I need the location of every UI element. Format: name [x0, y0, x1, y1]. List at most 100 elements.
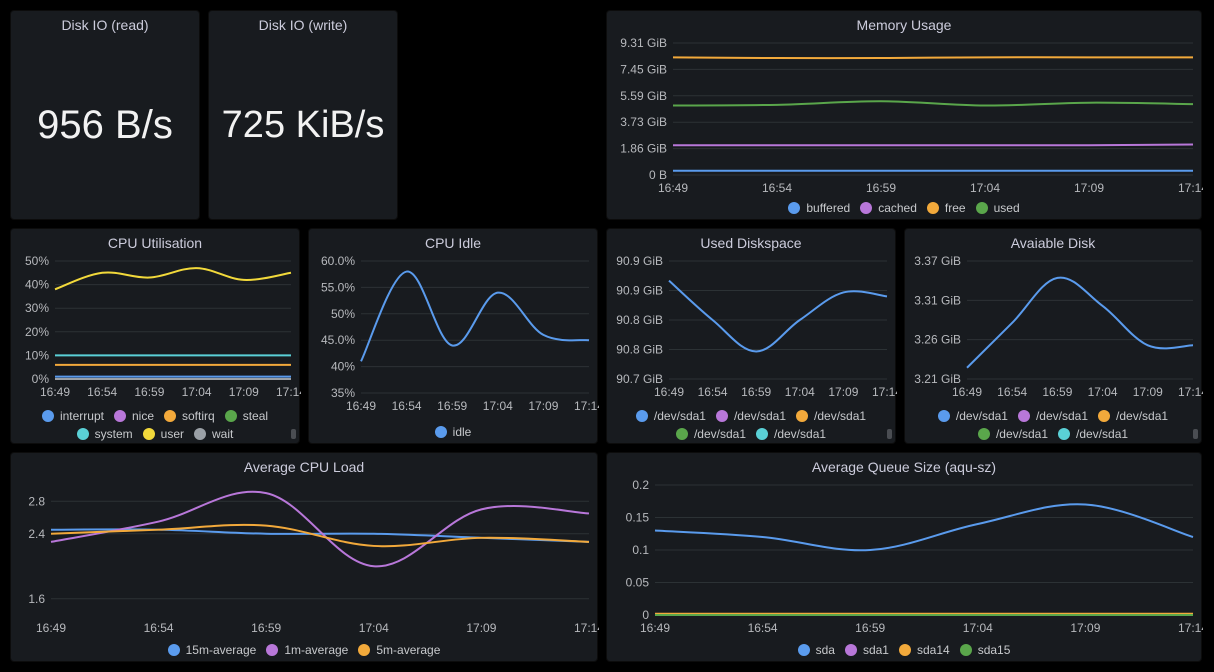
legend-item[interactable]: 5m-average — [358, 643, 440, 657]
svg-text:2.4: 2.4 — [28, 527, 45, 541]
panel-title: Average Queue Size (aqu-sz) — [607, 453, 1201, 477]
legend-label: sda14 — [917, 643, 950, 657]
panel-avg-queue-size[interactable]: Average Queue Size (aqu-sz) 00.050.10.15… — [606, 452, 1202, 662]
legend-item[interactable]: system — [77, 427, 133, 441]
legend-item[interactable]: sda1 — [845, 643, 889, 657]
stat-value: 725 KiB/s — [209, 35, 397, 215]
svg-text:0%: 0% — [32, 372, 50, 386]
panel-disk-io-write[interactable]: Disk IO (write) 725 KiB/s — [208, 10, 398, 220]
legend-item[interactable]: free — [927, 201, 966, 215]
legend-scrollbar[interactable] — [1193, 429, 1198, 439]
legend[interactable]: /dev/sda1/dev/sda1/dev/sda1/dev/sda1/dev… — [607, 409, 895, 441]
legend-swatch — [927, 202, 939, 214]
svg-text:35%: 35% — [331, 386, 355, 400]
legend-item[interactable]: sda — [798, 643, 835, 657]
legend-item[interactable]: user — [143, 427, 184, 441]
legend-swatch — [1058, 428, 1070, 440]
legend-item[interactable]: /dev/sda1 — [636, 409, 706, 423]
legend-swatch — [194, 428, 206, 440]
legend-swatch — [845, 644, 857, 656]
svg-text:16:59: 16:59 — [134, 385, 164, 399]
legend-item[interactable]: 15m-average — [168, 643, 257, 657]
legend-item[interactable]: /dev/sda1 — [938, 409, 1008, 423]
svg-text:3.31 GiB: 3.31 GiB — [914, 293, 961, 307]
legend-label: /dev/sda1 — [774, 427, 826, 441]
svg-text:17:09: 17:09 — [1070, 621, 1100, 635]
svg-text:17:09: 17:09 — [1074, 181, 1104, 195]
legend-label: interrupt — [60, 409, 104, 423]
legend-item[interactable]: interrupt — [42, 409, 104, 423]
legend-item[interactable]: idle — [435, 425, 472, 439]
legend-item[interactable]: /dev/sda1 — [756, 427, 826, 441]
legend-swatch — [899, 644, 911, 656]
legend-item[interactable]: wait — [194, 427, 233, 441]
legend[interactable]: 15m-average 1m-average 5m-average — [11, 643, 597, 657]
svg-text:0.2: 0.2 — [632, 479, 649, 492]
legend-swatch — [164, 410, 176, 422]
legend-label: system — [95, 427, 133, 441]
legend-item[interactable]: cached — [860, 201, 917, 215]
svg-text:16:49: 16:49 — [952, 385, 982, 399]
svg-text:90.9 GiB: 90.9 GiB — [616, 255, 663, 268]
legend[interactable]: buffered cached free used — [607, 201, 1201, 215]
svg-text:16:54: 16:54 — [698, 385, 728, 399]
chart-area: 35%40%45.0%50%55.0%60.0%16:4916:5416:591… — [309, 255, 597, 443]
panel-memory-usage[interactable]: Memory Usage 0 B1.86 GiB3.73 GiB5.59 GiB… — [606, 10, 1202, 220]
legend-label: cached — [878, 201, 917, 215]
legend-item[interactable]: buffered — [788, 201, 850, 215]
panel-cpu-utilisation[interactable]: CPU Utilisation 0%10%20%30%40%50%16:4916… — [10, 228, 300, 444]
legend-swatch — [676, 428, 688, 440]
legend-swatch — [788, 202, 800, 214]
legend-item[interactable]: /dev/sda1 — [716, 409, 786, 423]
svg-text:16:54: 16:54 — [997, 385, 1027, 399]
svg-text:3.37 GiB: 3.37 GiB — [914, 255, 961, 268]
panel-cpu-idle[interactable]: CPU Idle 35%40%45.0%50%55.0%60.0%16:4916… — [308, 228, 598, 444]
svg-text:17:14: 17:14 — [1178, 385, 1203, 399]
legend-label: buffered — [806, 201, 850, 215]
legend-item[interactable]: /dev/sda1 — [1018, 409, 1088, 423]
legend-label: /dev/sda1 — [996, 427, 1048, 441]
legend-item[interactable]: steal — [225, 409, 268, 423]
legend-scrollbar[interactable] — [291, 429, 296, 439]
panel-available-disk[interactable]: Avaiable Disk 3.21 GiB3.26 GiB3.31 GiB3.… — [904, 228, 1202, 444]
svg-text:9.31 GiB: 9.31 GiB — [620, 37, 667, 50]
legend-item[interactable]: sda14 — [899, 643, 950, 657]
legend-label: /dev/sda1 — [814, 409, 866, 423]
legend-label: sda15 — [978, 643, 1011, 657]
svg-text:16:54: 16:54 — [392, 399, 422, 413]
legend-item[interactable]: used — [976, 201, 1020, 215]
legend-item[interactable]: /dev/sda1 — [796, 409, 866, 423]
legend-swatch — [636, 410, 648, 422]
panel-used-diskspace[interactable]: Used Diskspace 90.7 GiB90.8 GiB90.8 GiB9… — [606, 228, 896, 444]
legend-item[interactable]: /dev/sda1 — [1058, 427, 1128, 441]
legend[interactable]: /dev/sda1/dev/sda1/dev/sda1/dev/sda1/dev… — [905, 409, 1201, 441]
svg-text:0 B: 0 B — [649, 168, 667, 182]
panel-disk-io-read[interactable]: Disk IO (read) 956 B/s — [10, 10, 200, 220]
dashboard: Disk IO (read) 956 B/s Disk IO (write) 7… — [0, 0, 1214, 672]
legend-label: used — [994, 201, 1020, 215]
legend-item[interactable]: /dev/sda1 — [1098, 409, 1168, 423]
legend-item[interactable]: /dev/sda1 — [676, 427, 746, 441]
svg-text:16:49: 16:49 — [658, 181, 688, 195]
svg-text:16:49: 16:49 — [654, 385, 684, 399]
svg-text:1.86 GiB: 1.86 GiB — [620, 142, 667, 156]
legend-item[interactable]: softirq — [164, 409, 215, 423]
svg-text:16:49: 16:49 — [640, 621, 670, 635]
legend[interactable]: idle — [309, 425, 597, 439]
legend-item[interactable]: 1m-average — [266, 643, 348, 657]
legend-swatch — [114, 410, 126, 422]
svg-text:2.8: 2.8 — [28, 494, 45, 508]
legend-label: free — [945, 201, 966, 215]
svg-text:17:14: 17:14 — [574, 621, 599, 635]
legend[interactable]: interrupt nice softirq steal system user wait — [11, 409, 299, 441]
legend[interactable]: sda sda1 sda14 sda15 — [607, 643, 1201, 657]
panel-avg-cpu-load[interactable]: Average CPU Load 1.62.42.816:4916:5416:5… — [10, 452, 598, 662]
svg-text:16:49: 16:49 — [346, 399, 376, 413]
legend-swatch — [860, 202, 872, 214]
legend-item[interactable]: sda15 — [960, 643, 1011, 657]
legend-item[interactable]: /dev/sda1 — [978, 427, 1048, 441]
legend-scrollbar[interactable] — [887, 429, 892, 439]
legend-swatch — [1018, 410, 1030, 422]
legend-swatch — [77, 428, 89, 440]
legend-item[interactable]: nice — [114, 409, 154, 423]
